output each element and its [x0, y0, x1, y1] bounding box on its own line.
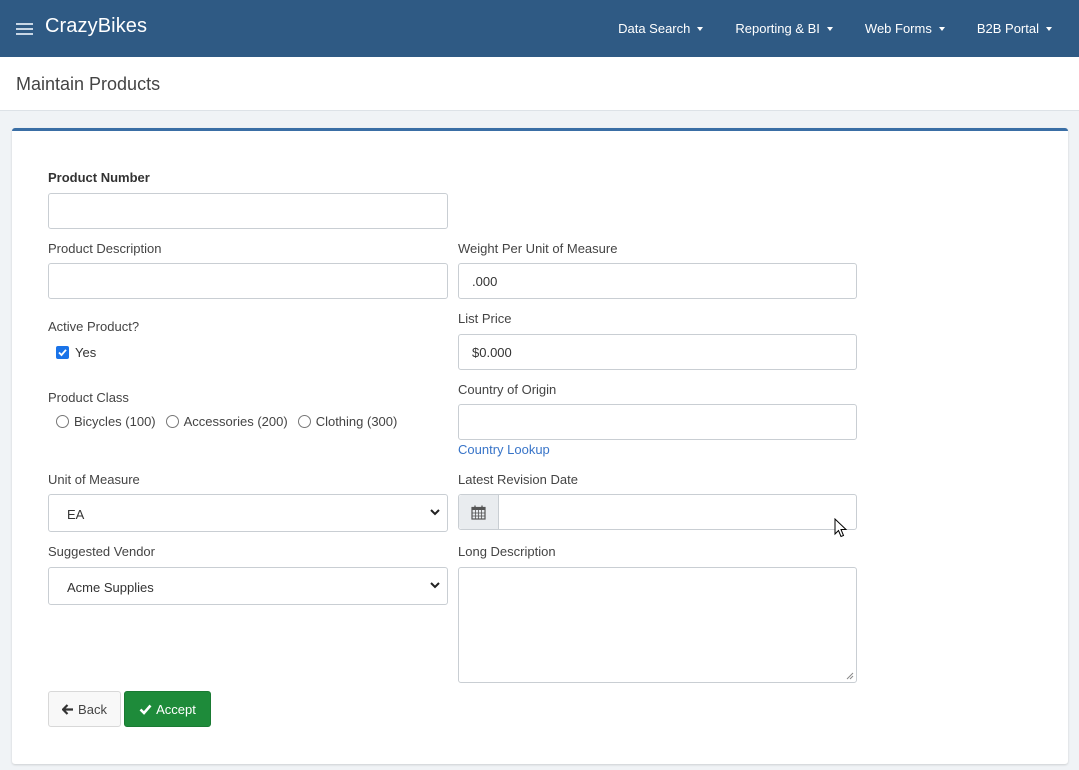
radio-bicycles[interactable]: Bicycles (100) — [56, 414, 156, 429]
chevron-down-icon — [430, 509, 440, 516]
brand-logo[interactable]: CrazyBikes — [45, 15, 147, 38]
caret-down-icon — [826, 27, 833, 31]
revision-date-group — [458, 494, 857, 530]
back-button[interactable]: Back — [48, 691, 121, 727]
resize-handle-icon[interactable] — [846, 672, 854, 680]
radio-circle[interactable] — [56, 415, 69, 428]
nav-reporting-bi-label: Reporting & BI — [735, 21, 820, 36]
product-number-input[interactable] — [48, 193, 448, 229]
revision-date-input[interactable] — [500, 495, 855, 529]
long-description-textarea[interactable] — [458, 567, 857, 683]
radio-circle[interactable] — [165, 415, 179, 428]
nav-b2b-portal-label: B2B Portal — [976, 21, 1039, 36]
unit-of-measure-select[interactable]: EA — [48, 494, 448, 532]
radio-bicycles-label: Bicycles (100) — [74, 414, 156, 429]
page-title: Maintain Products — [16, 74, 161, 94]
active-product-option-label: Yes — [75, 345, 97, 360]
nav-web-forms-label: Web Forms — [864, 21, 932, 36]
product-class-label: Product Class — [48, 390, 129, 405]
nav-data-search-label: Data Search — [618, 21, 691, 36]
radio-circle[interactable] — [297, 415, 311, 428]
nav-web-forms[interactable]: Web Forms — [849, 0, 961, 57]
arrow-left-icon — [62, 703, 74, 715]
country-label: Country of Origin — [458, 382, 557, 397]
product-class-radio-group: Bicycles (100) Accessories (200) Clothin… — [56, 414, 407, 429]
product-description-label: Product Description — [48, 241, 162, 256]
calendar-icon[interactable] — [459, 495, 499, 529]
active-product-checkbox[interactable] — [56, 346, 69, 359]
nav-reporting-bi[interactable]: Reporting & BI — [719, 0, 849, 57]
list-price-input[interactable] — [458, 334, 857, 370]
nav-b2b-portal[interactable]: B2B Portal — [961, 0, 1079, 57]
hamburger-menu-icon[interactable] — [16, 23, 33, 36]
top-navbar: CrazyBikes Data Search Reporting & BI We… — [0, 0, 1079, 57]
list-price-label: List Price — [458, 311, 512, 326]
product-number-label: Product Number — [48, 170, 150, 185]
suggested-vendor-label: Suggested Vendor — [48, 544, 155, 559]
long-description-label: Long Description — [458, 544, 556, 559]
mouse-pointer-icon — [834, 518, 848, 538]
nav-data-search[interactable]: Data Search — [602, 0, 719, 57]
product-description-input[interactable] — [48, 263, 448, 299]
suggested-vendor-value: Acme Supplies — [67, 580, 154, 595]
revision-date-label: Latest Revision Date — [458, 472, 578, 487]
back-button-label: Back — [78, 701, 107, 717]
weight-input[interactable] — [458, 263, 857, 299]
active-product-checkbox-row[interactable]: Yes — [56, 345, 96, 360]
unit-of-measure-value: EA — [67, 507, 85, 522]
radio-accessories[interactable]: Accessories (200) — [165, 414, 288, 429]
weight-label: Weight Per Unit of Measure — [458, 241, 618, 256]
accept-button-label: Accept — [156, 701, 196, 717]
country-lookup-link[interactable]: Country Lookup — [458, 442, 550, 457]
suggested-vendor-select[interactable]: Acme Supplies — [48, 567, 448, 605]
radio-clothing-label: Clothing (300) — [315, 414, 398, 429]
nav-menu: Data Search Reporting & BI Web Forms B2B… — [602, 0, 1079, 57]
checkmark-icon — [139, 704, 152, 715]
accept-button[interactable]: Accept — [124, 691, 211, 727]
caret-down-icon — [697, 27, 704, 31]
chevron-down-icon — [430, 582, 440, 589]
country-input[interactable] — [458, 404, 857, 440]
unit-of-measure-label: Unit of Measure — [48, 472, 140, 487]
radio-accessories-label: Accessories (200) — [183, 414, 288, 429]
radio-clothing[interactable]: Clothing (300) — [297, 414, 398, 429]
page-header: Maintain Products — [0, 57, 1079, 111]
active-product-label: Active Product? — [48, 319, 140, 334]
caret-down-icon — [938, 27, 945, 31]
caret-down-icon — [1046, 27, 1052, 31]
